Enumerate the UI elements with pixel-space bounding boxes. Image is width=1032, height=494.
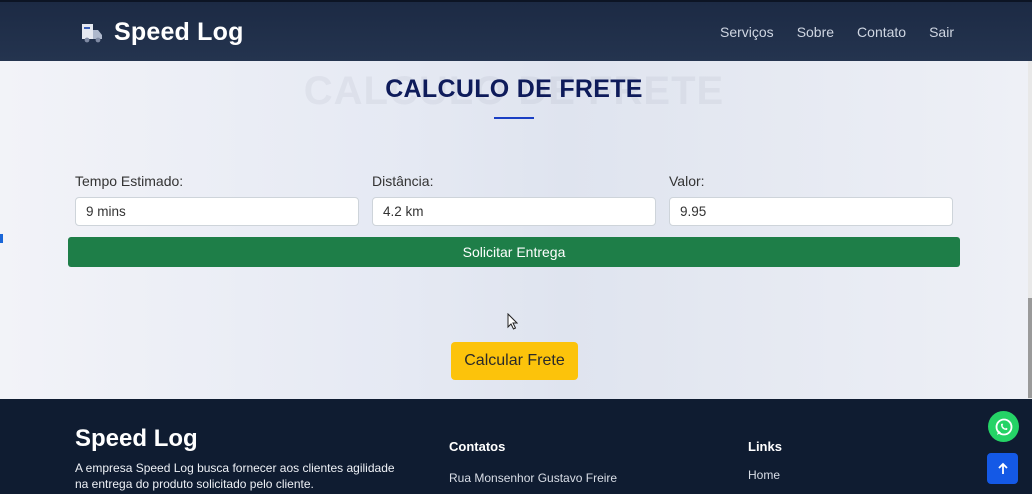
nav-link-sair[interactable]: Sair bbox=[929, 24, 954, 40]
whatsapp-icon bbox=[995, 418, 1012, 435]
heading-underline bbox=[494, 117, 534, 119]
footer-link-home[interactable]: Home bbox=[748, 467, 780, 483]
price-field: Valor: 9.95 bbox=[669, 173, 953, 226]
truck-logo-icon bbox=[82, 23, 102, 42]
edge-marker bbox=[0, 234, 3, 243]
page-title: CALCULO DE FRETE bbox=[385, 75, 643, 103]
nav-link-contato[interactable]: Contato bbox=[857, 24, 906, 40]
whatsapp-button[interactable] bbox=[988, 411, 1019, 442]
request-delivery-button[interactable]: Solicitar Entrega bbox=[68, 237, 960, 267]
cursor-icon bbox=[507, 313, 518, 330]
distance-input[interactable]: 4.2 km bbox=[372, 197, 656, 226]
footer-brand: Speed Log bbox=[75, 425, 198, 452]
nav-link-servicos[interactable]: Serviços bbox=[720, 24, 774, 40]
price-label: Valor: bbox=[669, 173, 705, 189]
brand-title: Speed Log bbox=[114, 18, 244, 46]
top-navbar: Speed Log Serviços Sobre Contato Sair bbox=[0, 0, 1032, 61]
heading-wrap: CALCULO DE FRETE CALCULO DE FRETE bbox=[0, 69, 1028, 113]
back-to-top-button[interactable] bbox=[987, 453, 1018, 484]
freight-section: CALCULO DE FRETE CALCULO DE FRETE Tempo … bbox=[0, 61, 1028, 399]
distance-label: Distância: bbox=[372, 173, 434, 189]
price-input[interactable]: 9.95 bbox=[669, 197, 953, 226]
nav-link-sobre[interactable]: Sobre bbox=[797, 24, 834, 40]
links-heading: Links bbox=[748, 439, 782, 454]
contacts-heading: Contatos bbox=[449, 439, 506, 454]
distance-field: Distância: 4.2 km bbox=[372, 173, 656, 226]
footer-description: A empresa Speed Log busca fornecer aos c… bbox=[75, 461, 395, 491]
scrollbar-thumb[interactable] bbox=[1028, 298, 1032, 398]
estimated-time-input[interactable]: 9 mins bbox=[75, 197, 359, 226]
arrow-up-icon bbox=[997, 462, 1008, 474]
brand[interactable]: Speed Log bbox=[80, 18, 244, 47]
main-nav: Serviços Sobre Contato Sair bbox=[720, 24, 954, 40]
estimated-time-field: Tempo Estimado: 9 mins bbox=[75, 173, 359, 226]
footer: Speed Log A empresa Speed Log busca forn… bbox=[0, 399, 1032, 494]
estimated-time-label: Tempo Estimado: bbox=[75, 173, 184, 189]
calculate-freight-button[interactable]: Calcular Frete bbox=[451, 342, 578, 380]
contacts-address: Rua Monsenhor Gustavo Freire bbox=[449, 471, 618, 485]
